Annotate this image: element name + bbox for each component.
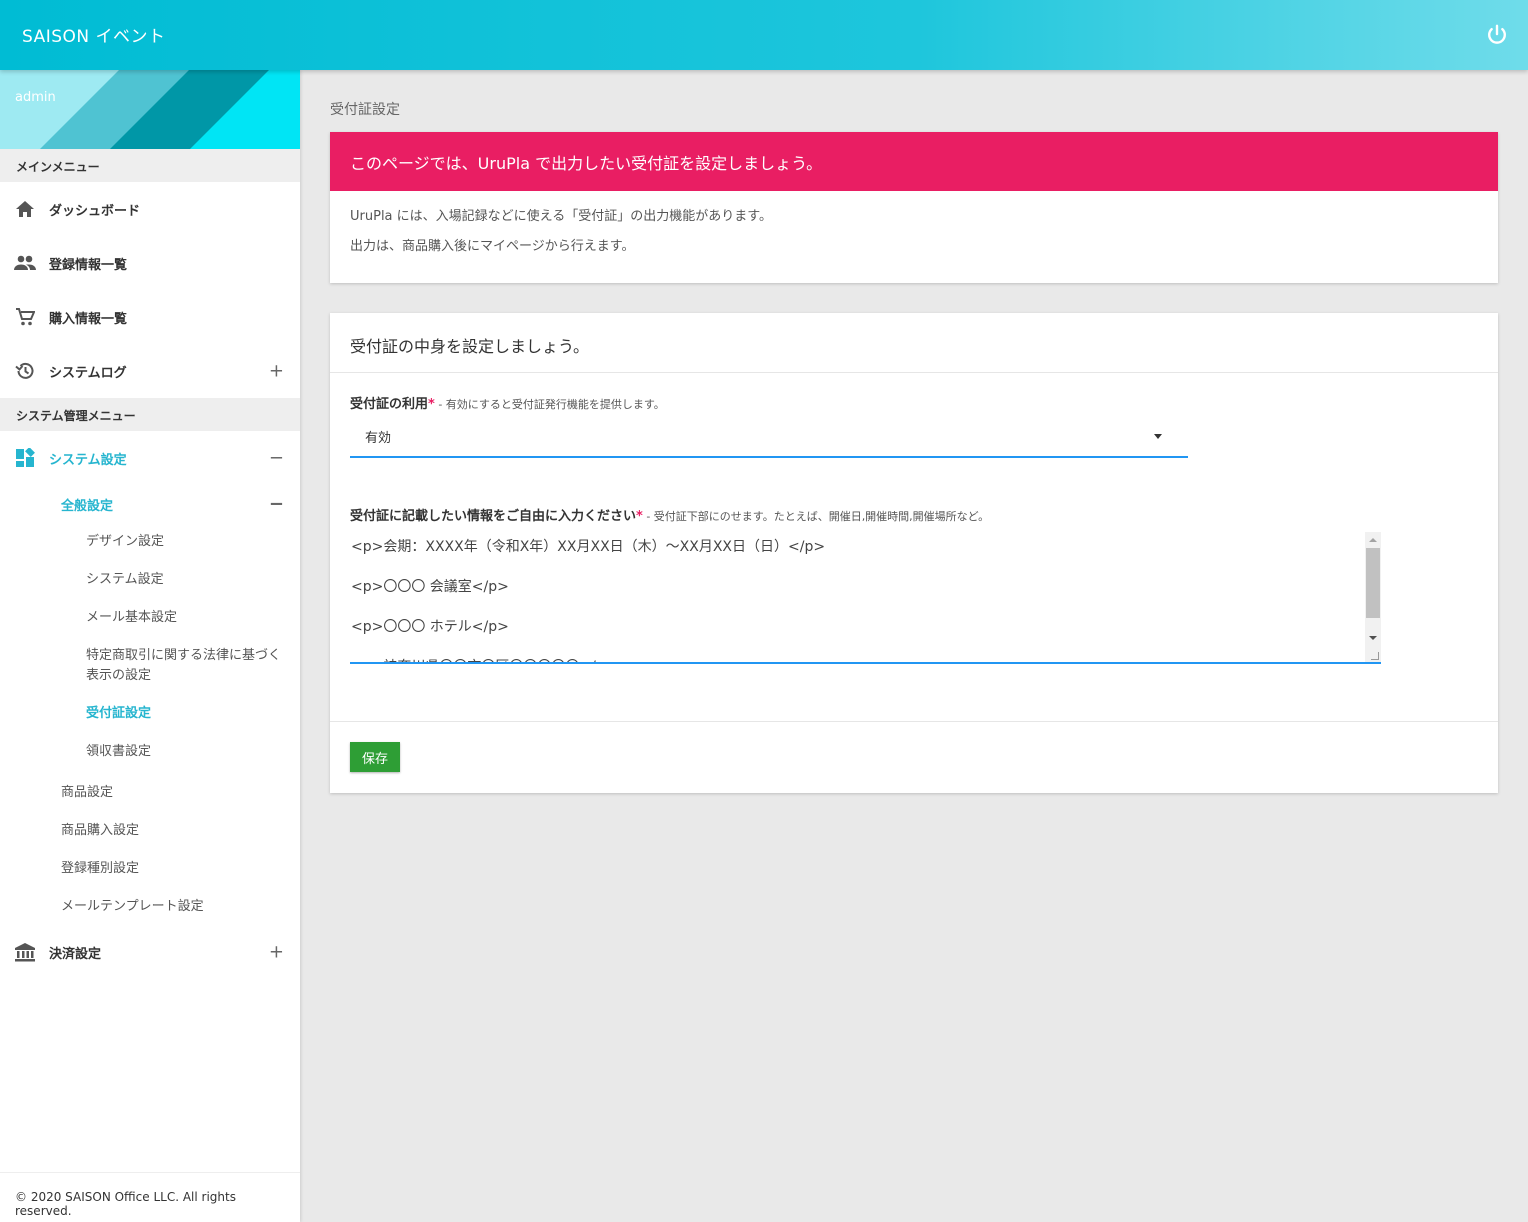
power-icon[interactable] [1486,24,1508,46]
form-footer: 保存 [330,721,1498,793]
collapse-icon[interactable]: − [269,448,284,469]
top-app-bar: SAISON イベント [0,0,1528,70]
expand-icon[interactable]: + [269,361,284,382]
sidebar-item-invoice-settings[interactable]: 領収書設定 [0,733,300,771]
field-hint: - 受付証下部にのせます。たとえば、開催日,開催時間,開催場所など。 [642,510,990,523]
page-title: 受付証設定 [330,102,400,118]
info-card-title: このページでは、UruPla で出力したい受付証を設定しましょう。 [330,132,1498,191]
sidebar-item-label: 全般設定 [61,498,114,514]
user-name: admin [15,90,56,105]
textarea-line: <p>神奈川県〇〇市〇区〇〇〇〇〇</p> [351,656,1380,662]
people-icon [14,252,36,274]
sidebar-item-payment-settings[interactable]: 決済設定 + [0,925,300,979]
sidebar-item-dashboard[interactable]: ダッシュボード [0,182,300,236]
form-body: 受付証の利用* - 有効にすると受付証発行機能を提供します。 有効 受付証に記載… [330,373,1498,721]
required-mark: * [428,397,435,412]
info-card: このページでは、UruPla で出力したい受付証を設定しましょう。 UruPla… [330,132,1498,283]
info-card-body: UruPla には、入場記録などに使える「受付証」の出力機能があります。 出力は… [330,191,1498,283]
collapse-icon[interactable]: − [269,494,284,515]
info-textarea[interactable]: <p>会期：XXXX年（令和X年）XX月XX日（木）～XX月XX日（日）</p>… [350,532,1381,664]
sidebar-item-label: 購入情報一覧 [49,311,128,327]
expand-icon[interactable]: + [269,942,284,963]
sidebar-item-label: システムログ [49,365,127,381]
history-icon [14,360,36,382]
info-line: 出力は、商品購入後にマイページから行えます。 [350,239,635,254]
sidebar-item-registrations[interactable]: 登録情報一覧 [0,236,300,290]
sidebar-item-mail-settings[interactable]: メール基本設定 [0,599,300,637]
sidebar-item-label: 登録情報一覧 [49,257,128,273]
info-field-label: 受付証に記載したい情報をご自由に入力ください* - 受付証下部にのせます。たとえ… [350,509,990,524]
sidebar-item-label: 決済設定 [49,946,102,962]
settings-form-card: 受付証の中身を設定しましょう。 受付証の利用* - 有効にすると受付証発行機能を… [330,313,1498,793]
sidebar-item-label: ダッシュボード [49,203,141,219]
sidebar-item-label: システム設定 [49,452,127,468]
cart-icon [14,306,36,328]
textarea-line: <p>会期：XXXX年（令和X年）XX月XX日（木）～XX月XX日（日）</p> [351,539,826,555]
main-content: 受付証設定 このページでは、UruPla で出力したい受付証を設定しましょう。 … [330,70,1498,793]
textarea-scrollbar[interactable] [1365,532,1381,662]
save-button[interactable]: 保存 [350,742,400,772]
sidebar-item-system-log[interactable]: システムログ + [0,344,300,398]
sidebar-item-mail-template-settings[interactable]: メールテンプレート設定 [0,885,300,923]
main-menu-header: メインメニュー [0,149,300,182]
app-title: SAISON イベント [22,27,166,47]
field-hint: - 有効にすると受付証発行機能を提供します。 [434,398,665,411]
admin-menu-header: システム管理メニュー [0,398,300,431]
sidebar-item-product-settings[interactable]: 商品設定 [0,771,300,809]
sidebar: admin メインメニュー ダッシュボード 登録情報一覧 購入情報一覧 システム… [0,70,300,1222]
textarea-line: <p>〇〇〇 会議室</p> [351,579,509,595]
sidebar-item-general-settings[interactable]: 全般設定 − [0,485,300,523]
textarea-content: <p>会期：XXXX年（令和X年）XX月XX日（木）～XX月XX日（日）</p>… [350,532,1381,662]
form-title: 受付証の中身を設定しましょう。 [330,313,1498,373]
use-field-label: 受付証の利用* - 有効にすると受付証発行機能を提供します。 [350,397,665,412]
sidebar-item-system-settings[interactable]: システム設定 − [0,431,300,485]
info-line: UruPla には、入場記録などに使える「受付証」の出力機能があります。 [350,209,772,224]
sidebar-item-design-settings[interactable]: デザイン設定 [0,523,300,561]
sidebar-item-purchase-settings[interactable]: 商品購入設定 [0,809,300,847]
sidebar-item-commerce-law-settings[interactable]: 特定商取引に関する法律に基づく表示の設定 [0,637,300,695]
resize-grip-icon[interactable] [1371,652,1379,660]
copyright-footer: © 2020 SAISON Office LLC. All rights res… [0,1172,300,1222]
scroll-down-icon[interactable] [1369,636,1377,640]
home-icon [14,198,36,220]
bank-icon [14,941,36,963]
user-banner: admin [0,70,300,149]
scroll-up-icon[interactable] [1369,538,1377,542]
sidebar-item-purchases[interactable]: 購入情報一覧 [0,290,300,344]
scroll-thumb[interactable] [1366,548,1380,618]
required-mark: * [636,509,643,524]
dashboard-icon [14,447,36,469]
sidebar-item-receipt-card-settings[interactable]: 受付証設定 [0,695,300,733]
sidebar-item-registration-type-settings[interactable]: 登録種別設定 [0,847,300,885]
caret-down-icon [1154,434,1162,439]
use-select-value: 有効 [365,431,392,446]
textarea-line: <p>〇〇〇 ホテル</p> [351,619,509,635]
use-select[interactable]: 有効 [350,420,1188,458]
sidebar-item-system-config[interactable]: システム設定 [0,561,300,599]
